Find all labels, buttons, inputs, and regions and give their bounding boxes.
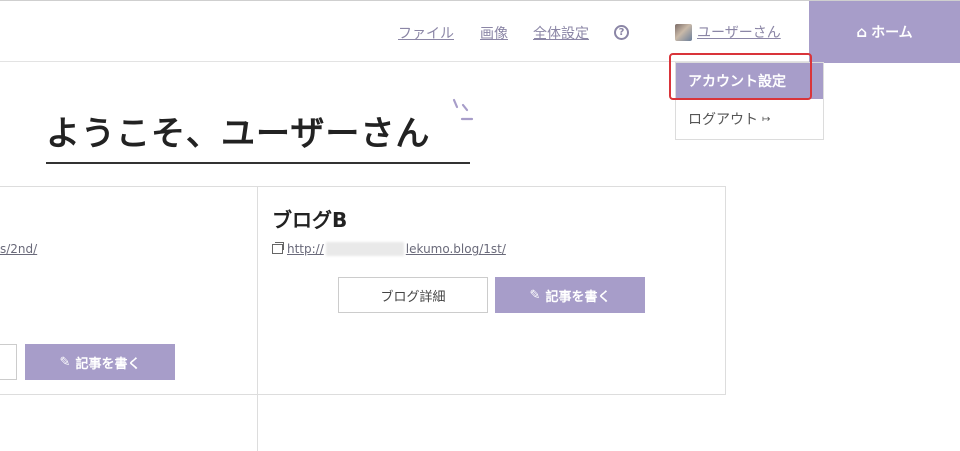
logout-item[interactable]: ログアウト ↦ [676, 99, 823, 139]
avatar [675, 23, 692, 41]
account-settings-label: アカウント設定 [688, 74, 786, 90]
home-icon: ⌂ [856, 23, 868, 41]
logout-label: ログアウト [688, 112, 758, 128]
blog-b-detail-button[interactable]: ブログ詳細 [338, 277, 488, 313]
welcome-heading: ようこそ、ユーザーさん [46, 110, 470, 164]
nav-image-link[interactable]: 画像 [480, 23, 508, 43]
home-button[interactable]: ⌂ ホーム [809, 1, 960, 63]
url-redaction [325, 242, 404, 256]
help-icon[interactable]: ? [614, 25, 629, 40]
pencil-icon: ✎ [59, 354, 71, 370]
pencil-icon: ✎ [529, 287, 541, 303]
blog-b-url-suffix[interactable]: lekumo.blog/1st/ [406, 242, 506, 256]
user-name-label: ユーザーさん [697, 25, 781, 41]
sparkle-icon [452, 98, 474, 121]
card-grid-border-top [0, 186, 726, 187]
account-settings-item[interactable]: アカウント設定 [676, 63, 823, 99]
external-window-icon [272, 242, 284, 254]
write-label: 記事を書く [75, 356, 141, 372]
blog-a-write-button[interactable]: ✎ 記事を書く [25, 344, 175, 380]
card-grid-border-mid [0, 394, 726, 395]
top-header: ファイル 画像 全体設定 ? ユーザーさん ⌂ ホーム [0, 0, 960, 63]
blog-b-title: ブログB [272, 208, 348, 232]
blog-a-url-link[interactable]: s/2nd/ [0, 242, 37, 256]
logout-icon: ↦ [762, 113, 771, 125]
blog-b-url-prefix[interactable]: http:// [287, 242, 324, 256]
nav-file-link[interactable]: ファイル [398, 23, 454, 43]
blog-a-detail-button[interactable] [0, 344, 17, 380]
user-dropdown-menu: アカウント設定 ログアウト ↦ [675, 62, 824, 140]
nav-settings-link[interactable]: 全体設定 [533, 23, 589, 43]
user-menu[interactable]: ユーザーさん [675, 21, 781, 43]
blog-b-write-button[interactable]: ✎ 記事を書く [495, 277, 645, 313]
home-label: ホーム [871, 25, 913, 41]
blog-b-url: http:// lekumo.blog/1st/ [272, 242, 506, 256]
write-label: 記事を書く [545, 289, 611, 305]
card-grid-border-right [725, 186, 726, 395]
card-grid-divider [257, 186, 258, 451]
